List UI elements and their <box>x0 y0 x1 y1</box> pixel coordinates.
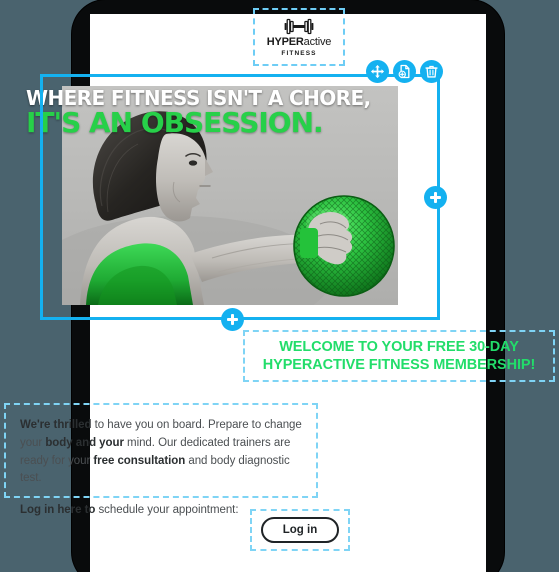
body-paragraph-1: We're thrilled to have you on board. Pre… <box>20 417 302 488</box>
welcome-heading-text: WELCOME TO YOUR FREE 30-DAY HYPERACTIVE … <box>262 338 536 374</box>
body-bold-1: We're thrilled <box>20 419 92 431</box>
logo-wordmark: HYPERactive <box>266 35 332 48</box>
welcome-heading-block[interactable]: WELCOME TO YOUR FREE 30-DAY HYPERACTIVE … <box>243 330 555 382</box>
welcome-line1: WELCOME TO YOUR FREE 30-DAY <box>279 338 519 355</box>
move-arrows-icon <box>370 64 385 79</box>
login-button[interactable]: Log in <box>261 517 339 543</box>
duplicate-page-icon <box>398 64 410 79</box>
trash-icon <box>425 65 438 78</box>
add-block-right-handle[interactable] <box>424 186 447 209</box>
move-button[interactable] <box>366 60 389 83</box>
email-builder-canvas: WHERE FITNESS ISN'T A CHORE, IT'S AN OBS… <box>0 0 559 572</box>
hero-image-selection-outline[interactable] <box>40 74 440 320</box>
logo-block[interactable]: HYPERactive FITNESS <box>253 8 345 66</box>
welcome-line2: HYPERACTIVE FITNESS MEMBERSHIP! <box>262 357 536 373</box>
add-block-bottom-handle[interactable] <box>221 308 244 331</box>
body-copy-block[interactable]: We're thrilled to have you on board. Pre… <box>4 403 318 516</box>
dumbbell-icon <box>284 18 314 34</box>
body-bold-4: Log in here to <box>20 504 96 517</box>
logo-brand-bold: HYPER <box>266 35 304 48</box>
logo-brand-regular: active <box>303 35 332 48</box>
body-bold-3: free consultation <box>93 454 186 467</box>
login-button-block[interactable]: Log in <box>250 509 350 551</box>
logo-subtitle: FITNESS <box>281 49 317 57</box>
body-text-4: schedule your appointment: <box>95 504 239 517</box>
body-bold-2: body and your <box>45 436 124 449</box>
delete-button[interactable] <box>420 60 443 83</box>
block-toolbar <box>366 60 443 83</box>
duplicate-button[interactable] <box>393 60 416 83</box>
